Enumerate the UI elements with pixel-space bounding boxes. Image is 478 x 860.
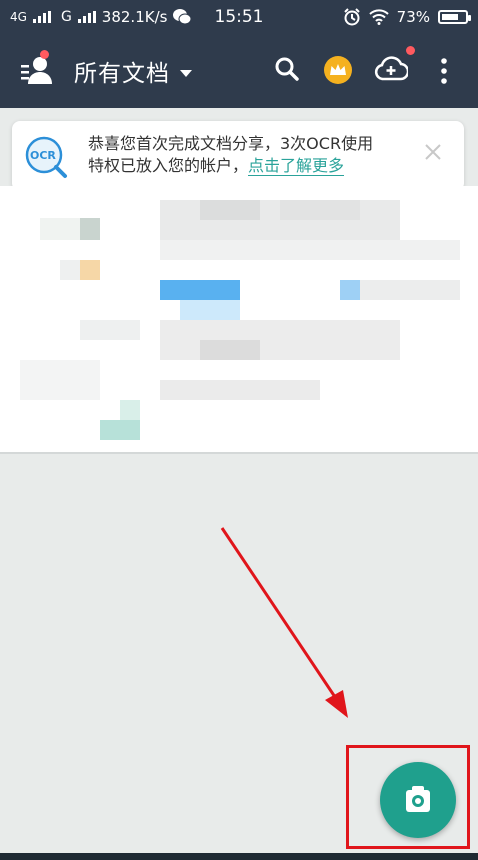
camera-icon: [406, 786, 430, 812]
camera-fab-button[interactable]: [380, 762, 456, 838]
bottom-edge: [0, 853, 478, 860]
annotation-arrow: [220, 527, 348, 718]
